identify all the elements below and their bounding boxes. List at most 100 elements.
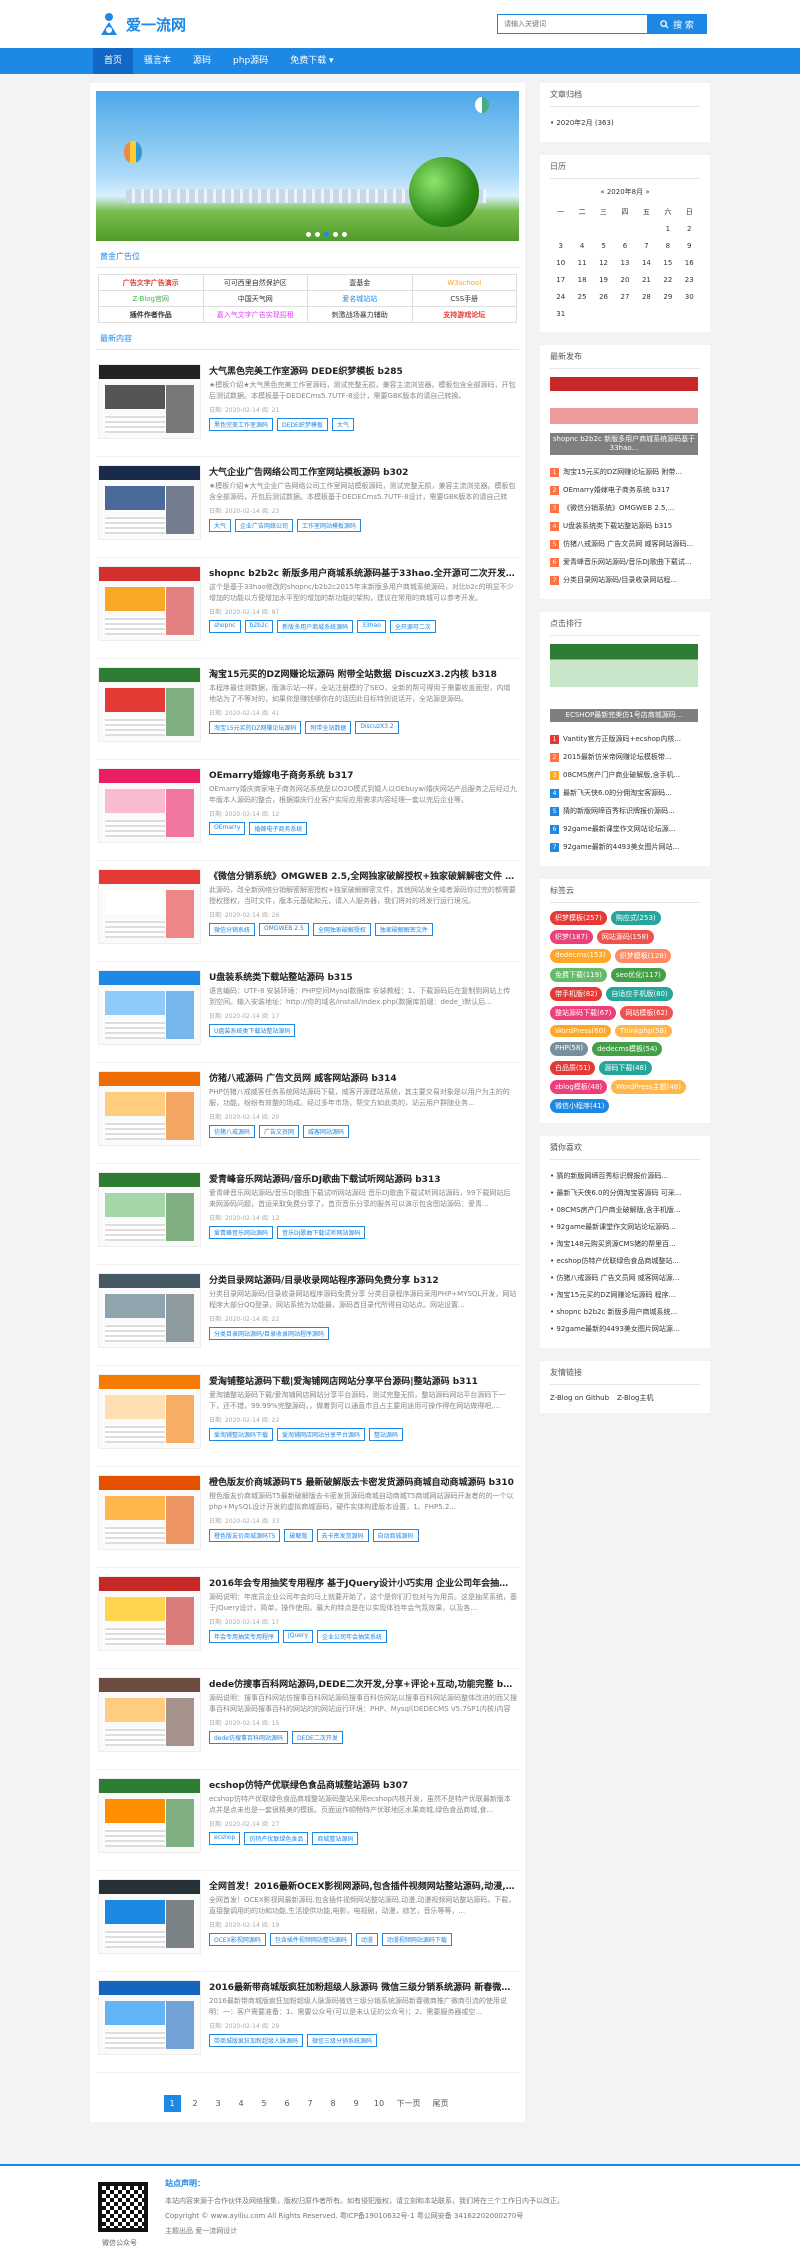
tag-cloud-link[interactable]: 自适应手机版(80) [606,987,673,1001]
tag-cloud-link[interactable]: WordPress(60) [550,1025,611,1037]
calendar-day[interactable]: 11 [571,254,592,271]
tag-link[interactable]: 爱淘铺整站源码下载 [209,1428,274,1441]
calendar-day[interactable]: 29 [657,288,678,305]
slider-dot[interactable] [315,232,320,237]
calendar-day[interactable]: 6 [614,237,635,254]
post-title[interactable]: 大气企业广告网络公司工作室网站模板源码 b302 [209,465,517,478]
slider-dot[interactable] [306,232,311,237]
friend-link[interactable]: Z-Blog on Github [550,1394,609,1402]
tag-cloud-link[interactable]: 源码下载(48) [599,1061,652,1075]
ranked-link[interactable]: 7 分类目录网站源码/目录收录网站程... [550,571,700,589]
slider-dot[interactable] [333,232,338,237]
ad-link[interactable]: CSS手册 [412,291,517,307]
post-thumbnail[interactable] [98,1576,201,1651]
tag-link[interactable]: 淘宝15元买的DZ网赚论坛源码 [209,721,302,734]
tag-link[interactable]: 整站源码 [369,1428,404,1441]
calendar-day[interactable]: 28 [636,288,657,305]
ad-link[interactable]: 嘉入气文字广告实现招租 [203,307,308,323]
calendar-day[interactable]: 1 [657,220,678,237]
post-title[interactable]: OEmarry婚嫁电子商务系统 b317 [209,768,517,781]
calendar-day[interactable]: 20 [614,271,635,288]
post-title[interactable]: 仿猪八戒源码 广告文员网 威客网站源码 b314 [209,1071,517,1084]
calendar-day[interactable]: 30 [679,288,700,305]
page-link[interactable]: 5 [256,2095,273,2112]
guess-link[interactable]: • 淘宝15元买的DZ网赚论坛源码 程序... [550,1287,700,1304]
calendar-day[interactable]: 5 [593,237,614,254]
ranked-link[interactable]: 6 92game最新课堂作文网站论坛源... [550,820,700,838]
tag-link[interactable]: dede仿搜事百科网站源码 [209,1731,289,1744]
post-title[interactable]: 淘宝15元买的DZ网赚论坛源码 附带全站数据 DiscuzX3.2内核 b318 [209,667,517,680]
search-button[interactable]: 搜 索 [647,14,707,34]
tag-link[interactable]: 仿特产优联绿色食品 [244,1832,309,1845]
calendar-day[interactable]: 10 [550,254,571,271]
calendar-day[interactable]: 22 [657,271,678,288]
ranked-link[interactable]: 2 OEmarry婚嫁电子商务系统 b317 [550,481,700,499]
hot-featured-image[interactable]: ECSHOP最新完美仿1号店商城源码... [550,644,698,722]
slider-dot[interactable] [342,232,347,237]
tag-link[interactable]: 去卡密发货源码 [316,1529,369,1542]
calendar-day[interactable]: 26 [593,288,614,305]
ranked-link[interactable]: 5 猜的新版网缔百秀标识牌报价源码... [550,802,700,820]
tag-link[interactable]: 附带全站数据 [305,721,352,734]
tag-cloud-link[interactable]: 白品质(51) [550,1061,596,1075]
tag-link[interactable]: shopnc [209,620,241,633]
tag-link[interactable]: 大气 [331,418,354,431]
calendar-day[interactable]: 24 [550,288,571,305]
post-title[interactable]: 爱青峰音乐网站源码/音乐DJ歌曲下载试听网站源码 b313 [209,1172,517,1185]
tag-link[interactable]: JQuery [283,1630,314,1643]
ranked-link[interactable]: 1 淘宝15元买的DZ网赚论坛源码 附带... [550,463,700,481]
calendar-day[interactable]: 27 [614,288,635,305]
tag-link[interactable]: 黑色完美工作室源码 [209,418,274,431]
guess-link[interactable]: • 92game最新的4493美女图片网站源... [550,1321,700,1338]
post-thumbnail[interactable] [98,566,201,641]
tag-cloud-link[interactable]: dedecms模板(54) [592,1042,663,1056]
calendar-day[interactable]: 23 [679,271,700,288]
tag-link[interactable]: 分类目录网站源码/目录收录网站程序源码 [209,1327,330,1340]
page-link[interactable]: 3 [210,2095,227,2112]
tag-link[interactable]: 动漫 [355,1933,378,1946]
post-title[interactable]: 《微信分销系统》OMGWEB 2.5,全网独家破解授权+独家破解解密文件 b31… [209,869,517,882]
ad-link[interactable]: Z-Blog官网 [99,291,204,307]
tag-link[interactable]: 破解版 [284,1529,313,1542]
tag-cloud-link[interactable]: 购应式(253) [610,911,661,925]
post-thumbnail[interactable] [98,869,201,944]
tag-link[interactable]: DEDE二次开发 [292,1731,343,1744]
tag-link[interactable]: 带商城版疯狂加粉超级人脉源码 [209,2034,304,2047]
post-title[interactable]: 橙色版友价商城源码T5 最新破解版去卡密发货源码商城自动商城源码 b310 [209,1475,517,1488]
footer-copyright[interactable]: Copyright © www.ayiliu.com All Rights Re… [165,2211,523,2221]
tag-link[interactable]: 独家破解解密文件 [374,923,433,936]
page-link[interactable]: 8 [325,2095,342,2112]
tag-link[interactable]: 全开源可二次 [389,620,436,633]
tag-link[interactable]: 动漫视频网站源码下载 [381,1933,452,1946]
tag-cloud-link[interactable]: seo优化(117) [610,968,666,982]
tag-cloud-link[interactable]: 整站源码下载(67) [550,1006,617,1020]
page-link[interactable]: 4 [233,2095,250,2112]
tag-cloud-link[interactable]: Thinkphp(58) [614,1025,672,1037]
tag-link[interactable]: DEDE织梦模板 [277,418,328,431]
page-link[interactable]: 1 [163,2095,181,2112]
tag-link[interactable]: 大气 [209,519,232,532]
ranked-link[interactable]: 2 2015最新仿米帝网赚论坛模板带... [550,748,700,766]
banner-slider[interactable] [96,91,519,241]
post-title[interactable]: dede仿搜事百科网站源码,DEDE二次开发,分享+评论+互动,功能完整 b30… [209,1677,517,1690]
page-link[interactable]: 10 [371,2095,388,2112]
nav-item[interactable]: 首页 [93,48,134,74]
calendar-day[interactable]: 25 [571,288,592,305]
tag-cloud-link[interactable]: 带手机版(82) [550,987,603,1001]
post-title[interactable]: U盘装系统类下载站整站源码 b315 [209,970,517,983]
post-thumbnail[interactable] [98,465,201,540]
calendar-day[interactable]: 21 [636,271,657,288]
calendar-day[interactable]: 19 [593,271,614,288]
post-thumbnail[interactable] [98,667,201,742]
calendar-day[interactable]: 16 [679,254,700,271]
tag-link[interactable]: 微信分销系统 [209,923,256,936]
ranked-link[interactable]: 4 U盘装系统类下载站整站源码 b315 [550,517,700,535]
page-link[interactable]: 7 [302,2095,319,2112]
tag-cloud-link[interactable]: 织梦模板(128) [614,949,672,963]
post-thumbnail[interactable] [98,1172,201,1247]
post-title[interactable]: 爱淘铺整站源码下载|爱淘铺网店网站分享平台源码|整站源码 b311 [209,1374,517,1387]
calendar-day[interactable]: 12 [593,254,614,271]
guess-link[interactable]: • ecshop仿特产优联绿色食品商城整站... [550,1253,700,1270]
tag-link[interactable]: OEmarry [209,822,246,835]
tag-cloud-link[interactable]: PHP(58) [550,1042,589,1056]
